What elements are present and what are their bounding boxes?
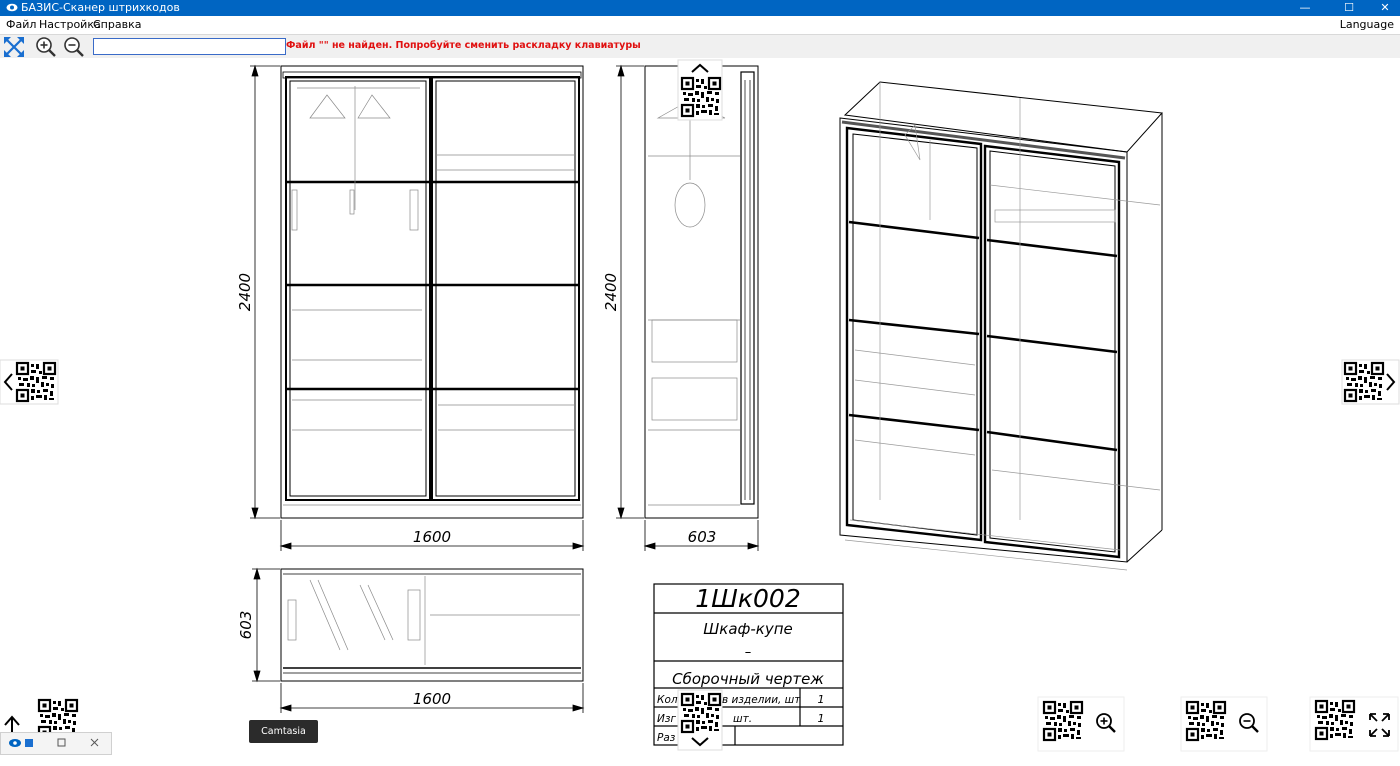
fit-to-screen-button[interactable] xyxy=(1,35,27,59)
side-view xyxy=(644,65,759,519)
side-height-dimension xyxy=(616,64,644,520)
top-view xyxy=(280,568,584,682)
menu-bar: Файл Настройка Справка Language xyxy=(0,16,1400,34)
isometric-view xyxy=(839,81,1164,571)
top-depth-label: 603 xyxy=(237,611,255,640)
taskbar-preview[interactable] xyxy=(0,732,112,755)
menu-settings[interactable]: Настройка xyxy=(39,16,101,34)
side-height-label: 2400 xyxy=(602,273,620,311)
document-type: Сборочный чертеж xyxy=(672,670,824,688)
nav-right-qr[interactable] xyxy=(1341,359,1400,405)
zoom-in-qr[interactable] xyxy=(1037,696,1125,752)
qty-value: 1 xyxy=(818,693,825,706)
window-titlebar: БАЗИС-Сканер штрихкодов — ☐ ✕ xyxy=(0,0,1400,16)
nav-up-qr[interactable] xyxy=(677,59,723,121)
fit-qr[interactable] xyxy=(1309,696,1399,752)
menu-help[interactable]: Справка xyxy=(93,16,141,34)
product-code: 1Шк002 xyxy=(695,584,800,613)
nav-down-qr[interactable] xyxy=(677,689,723,751)
app-eye-icon xyxy=(6,3,18,12)
developer-label: Раз xyxy=(657,732,676,744)
front-height-dimension xyxy=(250,64,280,520)
language-menu[interactable]: Language xyxy=(1340,16,1394,34)
front-width-label: 1600 xyxy=(413,528,451,546)
taskbar-preview-icons xyxy=(9,738,99,747)
fit-to-screen-icon xyxy=(4,37,24,57)
drawing-canvas[interactable]: 2400 1600 2400 603 603 1600 1Шк002 Шкаф-… xyxy=(0,58,1400,753)
minimize-button[interactable]: — xyxy=(1290,0,1320,16)
close-window-button[interactable]: ✕ xyxy=(1370,0,1400,16)
zoom-out-button[interactable] xyxy=(61,35,87,59)
barcode-search-input[interactable] xyxy=(93,38,286,55)
nav-left-qr[interactable] xyxy=(0,359,59,405)
error-message: Файл "" не найден. Попробуйте сменить ра… xyxy=(286,40,641,51)
product-dash: – xyxy=(745,645,752,660)
zoom-in-icon xyxy=(36,37,56,57)
camtasia-tooltip: Camtasia 2020 xyxy=(249,720,318,760)
front-height-label: 2400 xyxy=(236,273,254,311)
qty-label: Кол xyxy=(657,694,678,706)
made-label: Изг xyxy=(657,713,676,725)
top-depth-dimension xyxy=(252,567,280,683)
zoom-in-button[interactable] xyxy=(33,35,59,59)
zoom-out-qr[interactable] xyxy=(1180,696,1268,752)
made-label-tail: шт. xyxy=(733,713,752,725)
front-view xyxy=(280,65,584,519)
top-width-label: 1600 xyxy=(413,690,451,708)
maximize-button[interactable]: ☐ xyxy=(1334,0,1364,16)
toolbar: Файл "" не найден. Попробуйте сменить ра… xyxy=(0,34,1400,60)
made-value: 1 xyxy=(818,712,825,725)
qty-label-tail: в изделии, шт xyxy=(722,694,801,706)
assembly-drawing: 2400 1600 2400 603 603 1600 1Шк002 Шкаф-… xyxy=(0,59,1400,752)
zoom-out-icon xyxy=(64,37,84,57)
menu-file[interactable]: Файл xyxy=(6,16,36,34)
side-depth-label: 603 xyxy=(688,528,717,546)
product-name: Шкаф-купе xyxy=(703,620,793,638)
window-title: БАЗИС-Сканер штрихкодов xyxy=(21,1,180,14)
